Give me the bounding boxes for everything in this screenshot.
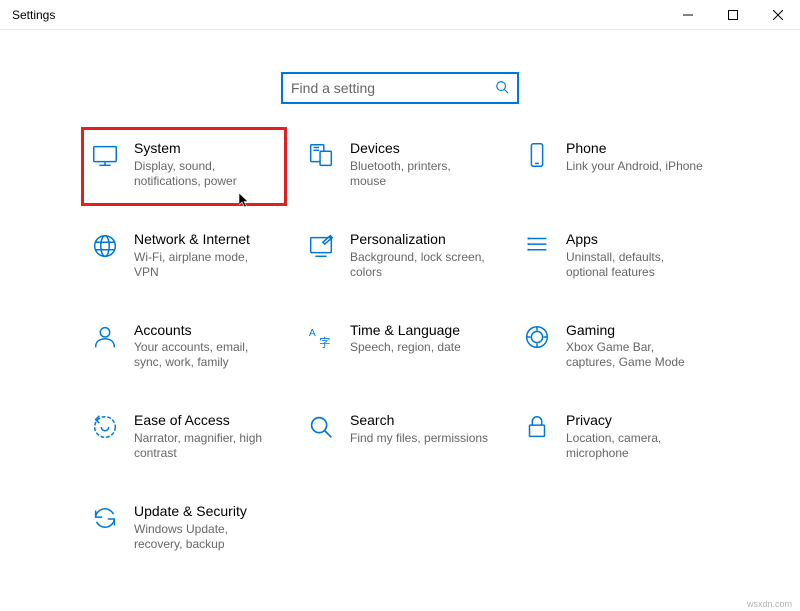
minimize-button[interactable] (665, 0, 710, 30)
personalization-icon (306, 231, 336, 261)
close-button[interactable] (755, 0, 800, 30)
devices-icon (306, 140, 336, 170)
category-text: Network & Internet Wi-Fi, airplane mode, … (134, 231, 274, 280)
category-text: AccountsYour accounts, email, sync, work… (134, 322, 274, 371)
search-cat-icon (306, 412, 336, 442)
category-text: Time & LanguageSpeech, region, date (350, 322, 461, 356)
category-ease[interactable]: Ease of Access Narrator, magnifier, high … (88, 408, 280, 465)
category-phone[interactable]: Phone Link your Android, iPhone (520, 136, 712, 193)
category-desc: Your accounts, email, sync, work, family (134, 340, 274, 370)
category-title: Personalization (350, 231, 490, 248)
category-text: Devices Bluetooth, printers, mouse (350, 140, 490, 189)
category-title: Phone (566, 140, 703, 157)
category-search-cat[interactable]: Search Find my files, permissions (304, 408, 496, 465)
gaming-icon (522, 322, 552, 352)
category-privacy[interactable]: Privacy Location, camera, microphone (520, 408, 712, 465)
category-desc: Background, lock screen, colors (350, 250, 490, 280)
categories-grid: System Display, sound, notifications, pow… (0, 104, 800, 556)
category-desc: Windows Update, recovery, backup (134, 522, 274, 552)
phone-icon (522, 140, 552, 170)
privacy-icon (522, 412, 552, 442)
search-box[interactable] (281, 72, 519, 104)
titlebar: Settings (0, 0, 800, 30)
category-apps[interactable]: Apps Uninstall, defaults, optional featur… (520, 227, 712, 284)
category-text: Phone Link your Android, iPhone (566, 140, 703, 174)
category-title: Ease of Access (134, 412, 274, 429)
category-text: Apps Uninstall, defaults, optional featur… (566, 231, 706, 280)
category-text: System Display, sound, notifications, pow… (134, 140, 274, 189)
category-desc: Wi-Fi, airplane mode, VPN (134, 250, 274, 280)
category-desc: Location, camera, microphone (566, 431, 706, 461)
time-icon: A字 (306, 322, 336, 352)
category-desc: Uninstall, defaults, optional features (566, 250, 706, 280)
category-text: Privacy Location, camera, microphone (566, 412, 706, 461)
category-desc: Speech, region, date (350, 340, 461, 355)
update-icon (90, 503, 120, 533)
window-controls (665, 0, 800, 29)
accounts-icon (90, 322, 120, 352)
category-title: Search (350, 412, 488, 429)
category-personalization[interactable]: Personalization Background, lock screen, … (304, 227, 496, 284)
category-title: Network & Internet (134, 231, 274, 248)
category-desc: Link your Android, iPhone (566, 159, 703, 174)
category-text: GamingXbox Game Bar, captures, Game Mode (566, 322, 706, 371)
category-title: System (134, 140, 274, 157)
svg-text:A: A (309, 328, 316, 339)
category-time[interactable]: A字 Time & LanguageSpeech, region, date (304, 318, 496, 375)
window-title: Settings (12, 8, 55, 22)
category-text: Update & Security Windows Update, recover… (134, 503, 274, 552)
category-network[interactable]: Network & Internet Wi-Fi, airplane mode, … (88, 227, 280, 284)
category-title: Devices (350, 140, 490, 157)
category-title: Gaming (566, 322, 706, 339)
category-system[interactable]: System Display, sound, notifications, pow… (81, 127, 287, 206)
network-icon (90, 231, 120, 261)
category-text: Personalization Background, lock screen, … (350, 231, 490, 280)
category-title: Accounts (134, 322, 274, 339)
search-container (0, 72, 800, 104)
category-desc: Xbox Game Bar, captures, Game Mode (566, 340, 706, 370)
watermark: wsxdn.com (747, 599, 792, 609)
category-text: Search Find my files, permissions (350, 412, 488, 446)
minimize-icon (683, 10, 693, 20)
category-title: Update & Security (134, 503, 274, 520)
category-text: Ease of Access Narrator, magnifier, high … (134, 412, 274, 461)
close-icon (773, 10, 783, 20)
search-icon (495, 80, 509, 97)
category-gaming[interactable]: GamingXbox Game Bar, captures, Game Mode (520, 318, 712, 375)
category-desc: Narrator, magnifier, high contrast (134, 431, 274, 461)
category-desc: Bluetooth, printers, mouse (350, 159, 490, 189)
search-input[interactable] (291, 80, 495, 96)
svg-text:字: 字 (319, 335, 330, 349)
category-title: Time & Language (350, 322, 461, 339)
category-accounts[interactable]: AccountsYour accounts, email, sync, work… (88, 318, 280, 375)
maximize-icon (728, 10, 738, 20)
category-title: Privacy (566, 412, 706, 429)
category-devices[interactable]: Devices Bluetooth, printers, mouse (304, 136, 496, 193)
category-desc: Find my files, permissions (350, 431, 488, 446)
system-icon (90, 140, 120, 170)
category-update[interactable]: Update & Security Windows Update, recover… (88, 499, 280, 556)
category-desc: Display, sound, notifications, power (134, 159, 274, 189)
category-title: Apps (566, 231, 706, 248)
apps-icon (522, 231, 552, 261)
ease-icon (90, 412, 120, 442)
maximize-button[interactable] (710, 0, 755, 30)
